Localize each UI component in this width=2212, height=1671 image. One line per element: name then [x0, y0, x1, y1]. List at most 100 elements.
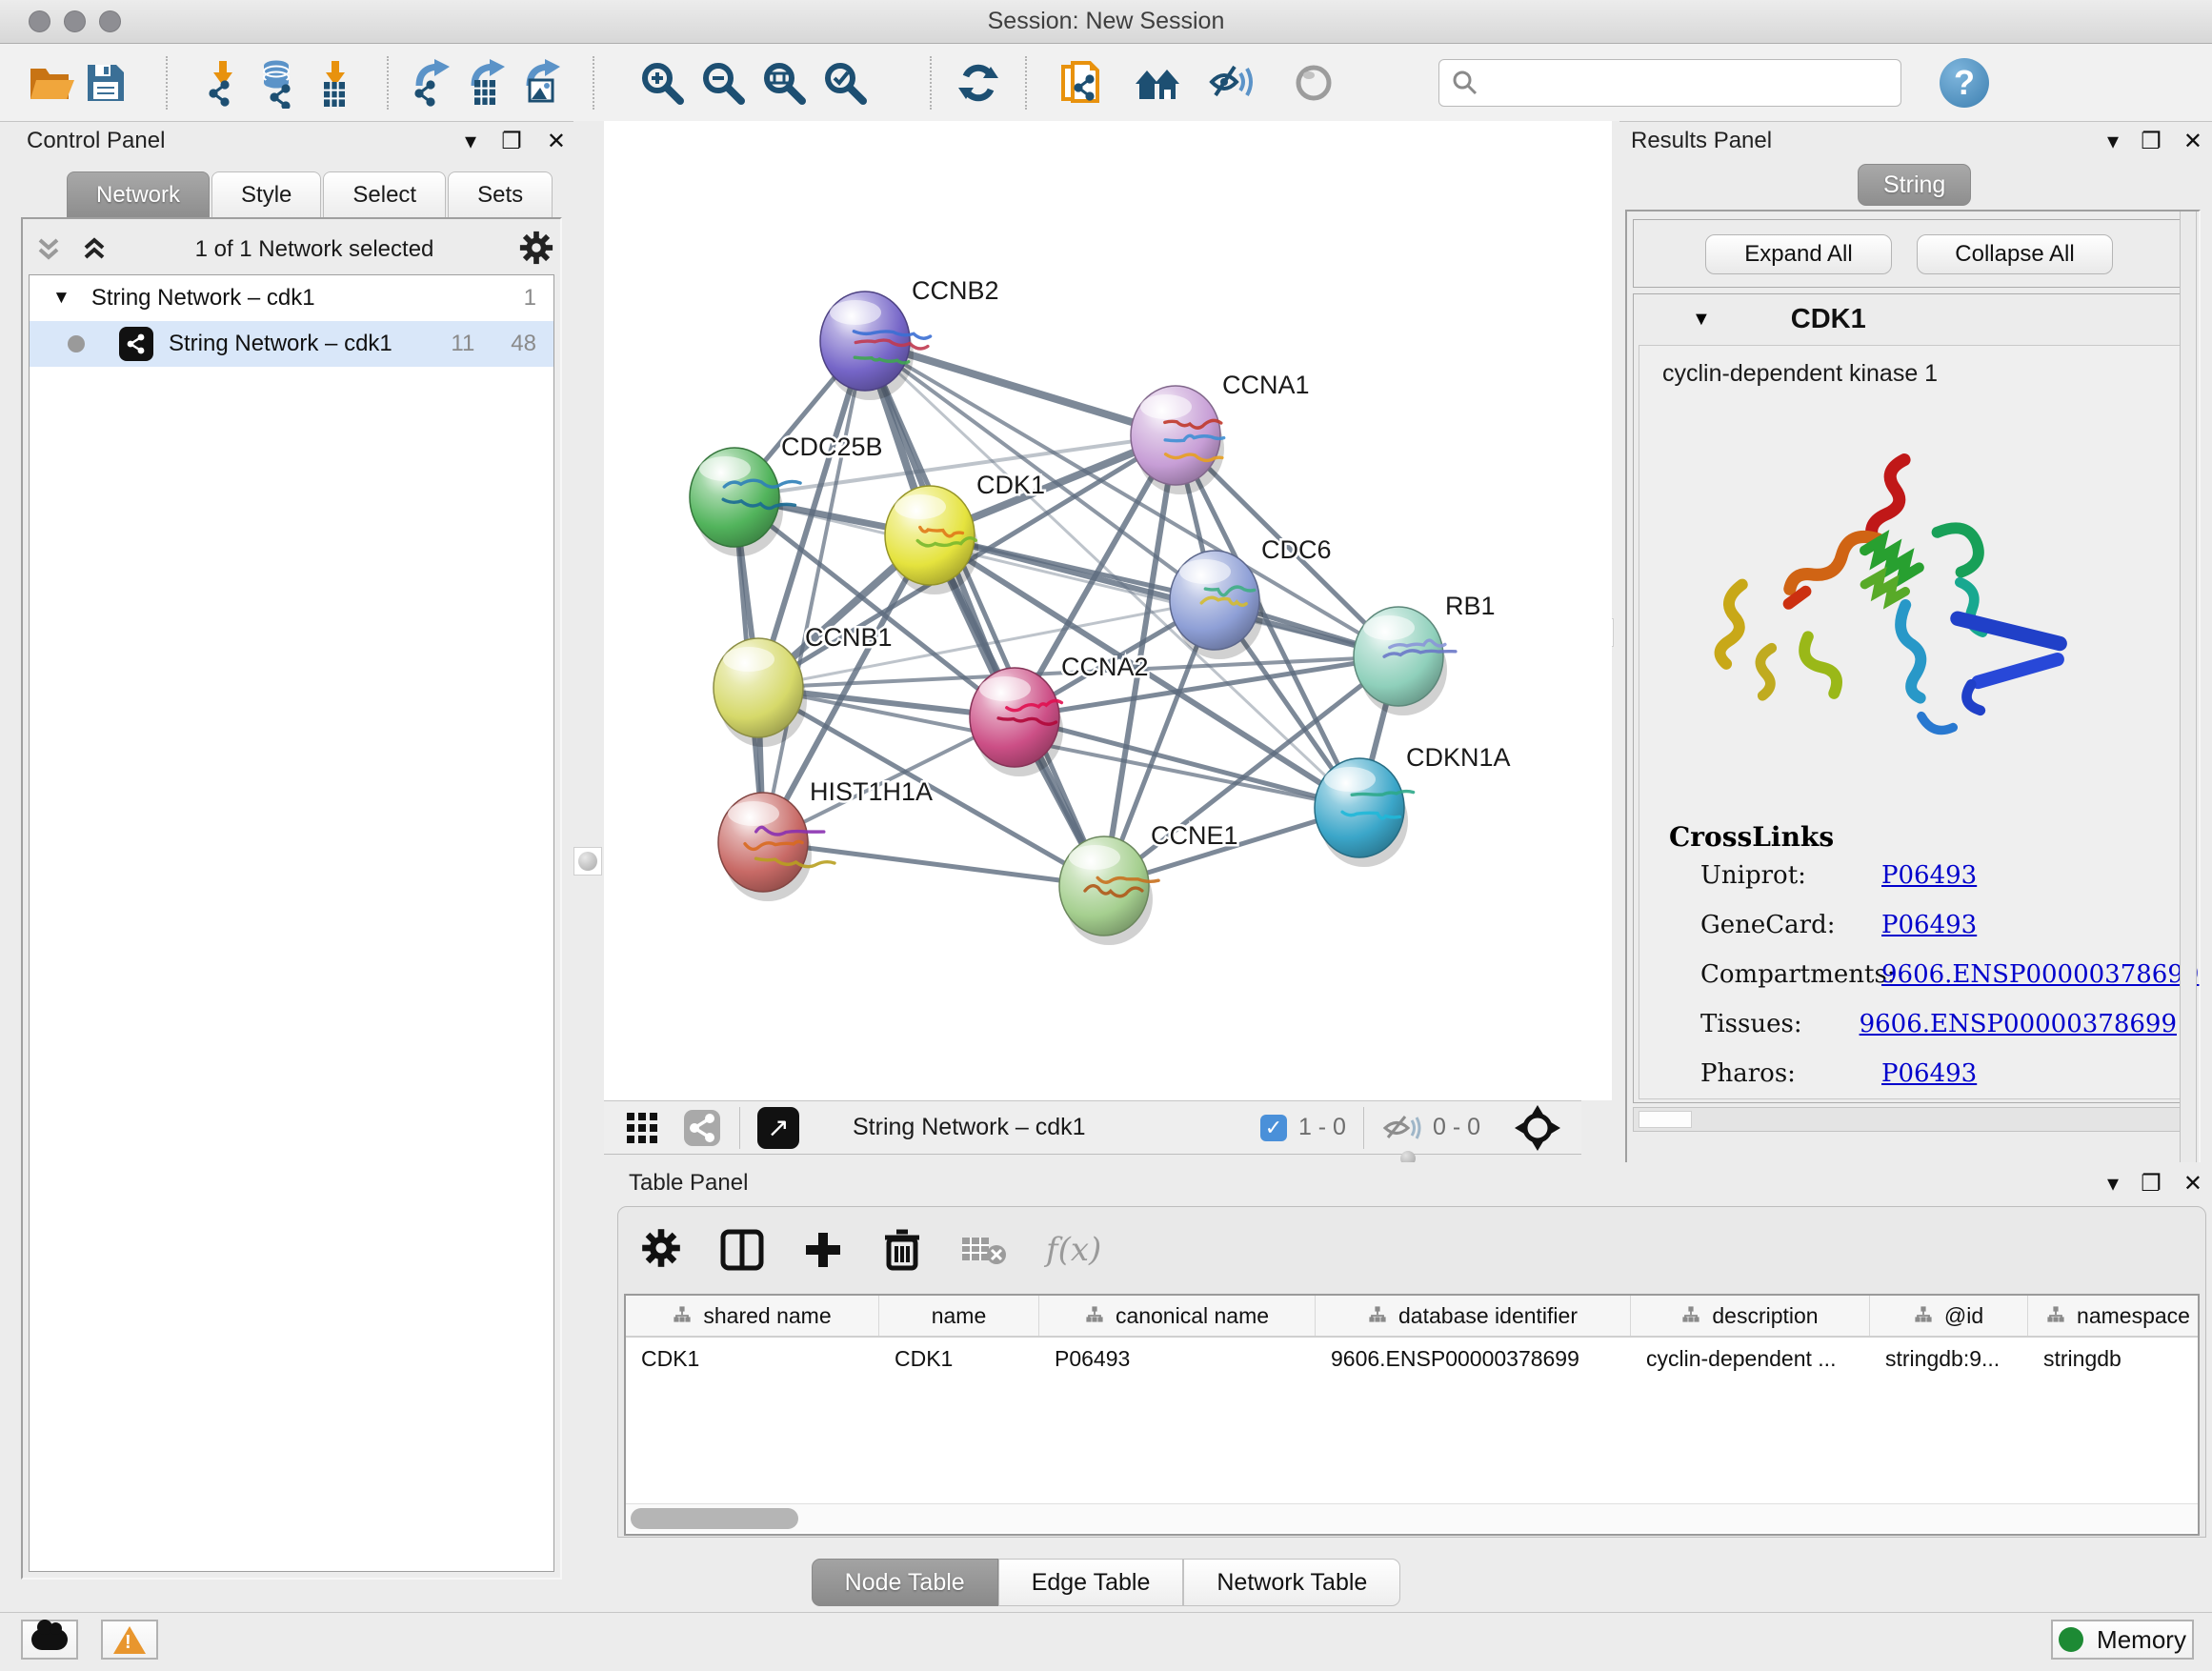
- network-row[interactable]: String Network – cdk1 11 48: [30, 321, 553, 367]
- clone-network-icon[interactable]: [1054, 55, 1109, 111]
- import-network-icon[interactable]: [196, 55, 251, 111]
- refresh-icon[interactable]: [951, 55, 1006, 111]
- collapse-all-button[interactable]: Collapse All: [1917, 234, 2113, 274]
- table-cell[interactable]: CDK1: [626, 1338, 879, 1379]
- graph-node-HIST1H1A[interactable]: HIST1H1A: [718, 777, 933, 901]
- panel-close-icon[interactable]: ✕: [547, 128, 566, 155]
- export-network-icon[interactable]: [404, 55, 459, 111]
- selected-nodes-checkbox[interactable]: ✓: [1260, 1115, 1287, 1141]
- tab-string[interactable]: String: [1858, 164, 1971, 206]
- show-columns-icon[interactable]: [720, 1229, 764, 1271]
- show-all-icon[interactable]: [1286, 55, 1341, 111]
- memory-button[interactable]: Memory: [2051, 1620, 2194, 1660]
- zoom-selected-icon[interactable]: [817, 55, 873, 111]
- table-row[interactable]: CDK1CDK1P064939606.ENSP00000378699cyclin…: [626, 1338, 2198, 1379]
- tab-node-table[interactable]: Node Table: [812, 1559, 998, 1606]
- crosslink-link[interactable]: 9606.ENSP00000378699: [1860, 1010, 2177, 1038]
- zoom-fit-icon[interactable]: [756, 55, 812, 111]
- add-column-icon[interactable]: [802, 1229, 844, 1271]
- search-box[interactable]: [1438, 59, 1901, 107]
- home-icon[interactable]: [1130, 55, 1185, 111]
- panel-menu-icon[interactable]: ▾: [465, 128, 476, 155]
- crosslink-link[interactable]: P06493: [1881, 861, 1977, 890]
- export-table-icon[interactable]: [459, 55, 514, 111]
- graph-node-CCNA1[interactable]: CCNA1: [1131, 371, 1310, 494]
- grid-view-icon[interactable]: [623, 1109, 661, 1147]
- graph-node-CCNE1[interactable]: CCNE1: [1059, 821, 1238, 945]
- panel-menu-icon[interactable]: ▾: [2107, 128, 2119, 155]
- panel-menu-icon[interactable]: ▾: [2107, 1170, 2119, 1198]
- network-canvas[interactable]: CCNB2CCNA1CDC25BCDK1CDC6RB1CCNB1CCNA2CDK…: [604, 121, 1612, 1100]
- column-header-name[interactable]: name: [879, 1296, 1039, 1336]
- column-header-description[interactable]: description: [1631, 1296, 1870, 1336]
- panel-float-icon[interactable]: ❐: [2141, 128, 2162, 155]
- open-in-window-button[interactable]: ↗: [757, 1107, 799, 1149]
- results-hscrollbar-thumb[interactable]: [1639, 1111, 1692, 1128]
- crosslink-link[interactable]: 9606.ENSP00000378699: [1881, 960, 2199, 989]
- tab-select[interactable]: Select: [323, 171, 446, 218]
- column-header-canonical-name[interactable]: canonical name: [1039, 1296, 1316, 1336]
- hidden-eye-icon[interactable]: [1381, 1112, 1423, 1144]
- table-hscrollbar[interactable]: [626, 1503, 2198, 1532]
- panel-float-icon[interactable]: ❐: [2141, 1170, 2162, 1198]
- left-splitter-handle[interactable]: [573, 847, 602, 876]
- table-cell[interactable]: stringdb: [2028, 1338, 2200, 1379]
- export-image-icon[interactable]: [514, 55, 570, 111]
- zoom-in-icon[interactable]: [634, 55, 690, 111]
- table-hscrollbar-thumb[interactable]: [631, 1508, 798, 1529]
- network-options-gear-icon[interactable]: [518, 230, 554, 271]
- column-header-namespace[interactable]: namespace: [2028, 1296, 2200, 1336]
- crosslink-link[interactable]: P06493: [1881, 911, 1977, 939]
- expand-all-button[interactable]: Expand All: [1705, 234, 1892, 274]
- network-view-icon[interactable]: [682, 1108, 722, 1148]
- open-icon[interactable]: [23, 55, 78, 111]
- graph-node-CDK1[interactable]: CDK1: [885, 471, 1045, 594]
- crosslinks-title: CrossLinks: [1669, 821, 1834, 853]
- column-header-database-identifier[interactable]: database identifier: [1316, 1296, 1631, 1336]
- table-cell[interactable]: CDK1: [879, 1338, 1039, 1379]
- entry-collapse-icon[interactable]: ▼: [1692, 309, 1711, 331]
- table-cell[interactable]: stringdb:9...: [1870, 1338, 2028, 1379]
- panel-float-icon[interactable]: ❐: [501, 128, 522, 155]
- table-cell[interactable]: 9606.ENSP00000378699: [1316, 1338, 1631, 1379]
- save-icon[interactable]: [78, 55, 133, 111]
- zoom-out-icon[interactable]: [695, 55, 751, 111]
- tab-style[interactable]: Style: [211, 171, 321, 218]
- table-options-gear-icon[interactable]: [640, 1227, 682, 1274]
- panel-close-icon[interactable]: ✕: [2183, 1170, 2202, 1198]
- left-splitter[interactable]: [573, 121, 604, 1160]
- results-panel-title: Results Panel: [1631, 128, 1772, 154]
- delete-column-icon[interactable]: [882, 1228, 922, 1272]
- tab-network-table[interactable]: Network Table: [1183, 1559, 1400, 1606]
- results-hscrollbar[interactable]: [1633, 1107, 2191, 1132]
- memory-label: Memory: [2097, 1625, 2186, 1655]
- column-header--id[interactable]: @id: [1870, 1296, 2028, 1336]
- tree-expand-icon[interactable]: ▼: [52, 288, 70, 309]
- node-table[interactable]: shared namenamecanonical namedatabase id…: [624, 1294, 2200, 1536]
- import-table-icon[interactable]: [307, 55, 362, 111]
- graph-node-RB1[interactable]: RB1: [1354, 592, 1496, 715]
- graph-node-CDKN1A[interactable]: CDKN1A: [1315, 743, 1511, 867]
- cdk1-entry-header[interactable]: ▼ CDK1: [1633, 293, 2191, 345]
- search-input[interactable]: [1479, 70, 1880, 96]
- graph-node-CDC6[interactable]: CDC6: [1170, 535, 1332, 659]
- hide-selected-icon[interactable]: [1206, 55, 1261, 111]
- network-collection-row[interactable]: ▼ String Network – cdk1 1: [30, 275, 553, 321]
- warnings-button[interactable]: [101, 1620, 158, 1660]
- panel-close-icon[interactable]: ✕: [2183, 128, 2202, 155]
- crosslink-link[interactable]: P06493: [1881, 1059, 1977, 1088]
- expand-all-icon[interactable]: [78, 232, 111, 267]
- table-cell[interactable]: P06493: [1039, 1338, 1316, 1379]
- cloud-button[interactable]: [21, 1620, 78, 1660]
- results-vscrollbar[interactable]: [2180, 211, 2197, 1210]
- node-label-CCNE1: CCNE1: [1151, 821, 1238, 850]
- import-database-icon[interactable]: [251, 55, 307, 111]
- table-cell[interactable]: cyclin-dependent ...: [1631, 1338, 1870, 1379]
- column-header-shared-name[interactable]: shared name: [626, 1296, 879, 1336]
- tab-network[interactable]: Network: [67, 171, 210, 218]
- fit-selected-crosshair-icon[interactable]: [1513, 1103, 1562, 1153]
- tab-edge-table[interactable]: Edge Table: [998, 1559, 1184, 1606]
- help-button[interactable]: ?: [1940, 58, 1989, 108]
- collapse-all-icon[interactable]: [32, 232, 65, 267]
- tab-sets[interactable]: Sets: [448, 171, 553, 218]
